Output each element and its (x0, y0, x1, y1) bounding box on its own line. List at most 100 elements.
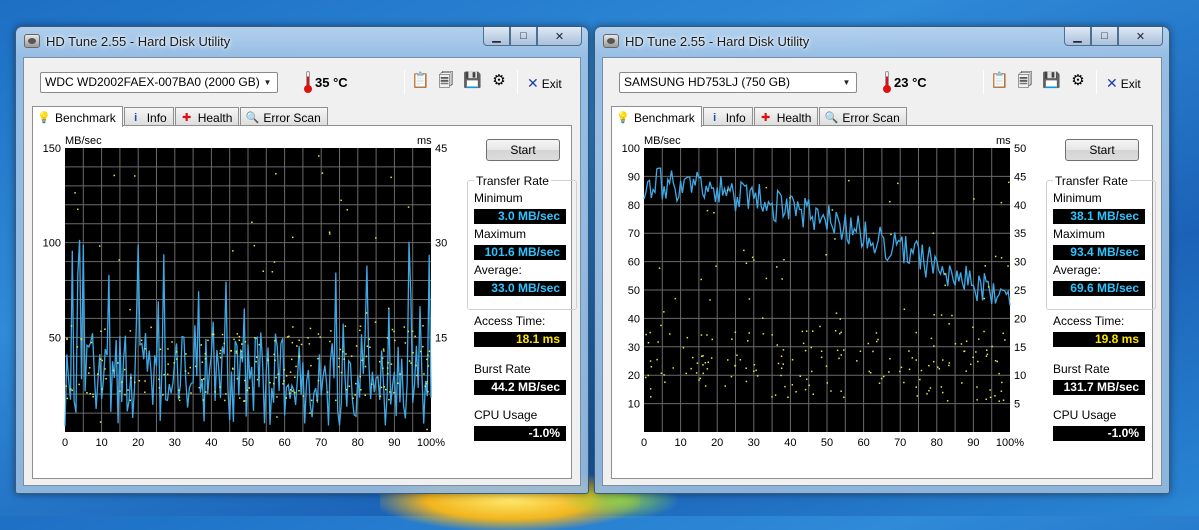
access-time-point (984, 265, 986, 267)
access-time-point (948, 323, 950, 325)
copy-text-icon[interactable]: 📋 (990, 72, 1009, 90)
title-bar[interactable]: HD Tune 2.55 - Hard Disk Utility ▁ □ ✕ (595, 27, 1169, 55)
access-time-point (329, 340, 331, 343)
access-time-point (296, 345, 298, 347)
minimize-button[interactable]: ▁ (1064, 27, 1091, 46)
access-time-point (765, 186, 768, 189)
exit-button[interactable]: ✕ Exit (527, 75, 562, 92)
copy-screenshot-icon[interactable]: 🗐 (437, 72, 455, 90)
access-time-point (753, 364, 756, 366)
minimize-button[interactable]: ▁ (483, 27, 510, 46)
exit-label: Exit (1120, 77, 1141, 91)
access-time-point (248, 387, 250, 389)
close-button[interactable]: ✕ (1118, 27, 1163, 46)
access-time-point (989, 396, 992, 399)
access-time-point (204, 352, 206, 355)
tab-info[interactable]: i Info (123, 107, 174, 126)
copy-text-icon[interactable]: 📋 (411, 72, 430, 90)
tab-health[interactable]: ✚ Health (753, 107, 819, 126)
access-time-point (784, 385, 786, 388)
copy-screenshot-icon[interactable]: 🗐 (1016, 72, 1034, 90)
tab-benchmark[interactable]: 💡 Benchmark (32, 106, 123, 127)
close-button[interactable]: ✕ (537, 27, 582, 46)
access-time-point (745, 262, 748, 264)
access-time-point (387, 372, 389, 375)
benchmark-icon: 💡 (616, 112, 630, 124)
access-time-point (289, 371, 292, 373)
start-button[interactable]: Start (486, 139, 560, 161)
access-time-point (364, 394, 366, 396)
average-value: 33.0 MB/sec (474, 281, 566, 296)
access-time-point (340, 199, 342, 202)
access-time-point (425, 383, 428, 385)
access-time-point (991, 345, 993, 348)
toolbar-separator (404, 70, 405, 94)
access-time-point (251, 221, 253, 223)
access-time-point (330, 330, 332, 332)
tab-error-scan[interactable]: 🔍 Error Scan (240, 107, 328, 126)
transfer-rate-group: Transfer Rate Minimum 38.1 MB/sec Maximu… (1046, 174, 1156, 310)
access-time-point (791, 359, 794, 361)
access-time-point (411, 330, 414, 332)
maximize-button[interactable]: □ (1091, 27, 1118, 46)
access-time-point (756, 375, 759, 377)
access-time-point (77, 208, 79, 211)
access-time-point (354, 394, 356, 396)
access-time-point (937, 366, 939, 368)
chevron-down-icon[interactable]: ▼ (260, 75, 275, 90)
title-bar[interactable]: HD Tune 2.55 - Hard Disk Utility ▁ □ ✕ (16, 27, 588, 55)
access-time-point (748, 332, 750, 334)
access-time-point (326, 391, 329, 393)
access-time-point (812, 393, 814, 395)
access-time-point (802, 342, 805, 345)
access-time-point (410, 362, 412, 364)
ms-tick-label: 30 (1014, 257, 1026, 269)
chevron-down-icon[interactable]: ▼ (839, 75, 854, 90)
access-time-point (213, 333, 215, 336)
access-time-point (699, 377, 701, 380)
access-time-point (700, 334, 703, 336)
access-time-point (645, 333, 647, 336)
tab-info[interactable]: i Info (702, 107, 753, 126)
burst-rate-label: Burst Rate (474, 362, 531, 376)
access-time-point (843, 396, 845, 398)
save-icon[interactable]: 💾 (1042, 72, 1061, 90)
access-time-point (748, 298, 751, 300)
access-time-point (660, 372, 663, 374)
options-icon[interactable]: ⚙ (490, 72, 508, 90)
access-time-point (195, 365, 197, 368)
access-time-point (994, 255, 997, 258)
tab-health[interactable]: ✚ Health (174, 107, 240, 126)
drive-select[interactable]: WDC WD2002FAEX-007BA0 (2000 GB) ▼ (40, 72, 278, 93)
access-time-point (660, 324, 662, 327)
tab-benchmark[interactable]: 💡 Benchmark (611, 106, 702, 127)
access-time-point (836, 349, 839, 352)
access-time-point (178, 396, 181, 398)
access-time-point (238, 335, 241, 338)
access-time-point (70, 388, 72, 390)
tab-error-scan[interactable]: 🔍 Error Scan (819, 107, 907, 126)
access-time-point (190, 392, 192, 394)
access-time-point (273, 382, 275, 385)
access-time-point (781, 278, 783, 280)
access-time-point (276, 416, 278, 418)
access-time-point (706, 368, 709, 370)
access-time-point (129, 330, 132, 332)
access-time-point (394, 339, 396, 342)
access-time-point (839, 318, 841, 320)
access-time-point (289, 389, 292, 391)
y-tick-label: 70 (628, 228, 640, 240)
access-time-point (674, 297, 677, 300)
options-icon[interactable]: ⚙ (1069, 72, 1087, 90)
start-button[interactable]: Start (1065, 139, 1139, 161)
exit-button[interactable]: ✕ Exit (1106, 75, 1141, 92)
access-time-point (915, 386, 917, 388)
access-time-point (755, 369, 757, 372)
access-time-point (989, 389, 991, 391)
access-time-point (965, 370, 967, 372)
y-tick-label: 10 (628, 399, 640, 411)
x-tick-label: 60 (857, 437, 869, 449)
save-icon[interactable]: 💾 (463, 72, 482, 90)
maximize-button[interactable]: □ (510, 27, 537, 46)
drive-select[interactable]: SAMSUNG HD753LJ (750 GB) ▼ (619, 72, 857, 93)
